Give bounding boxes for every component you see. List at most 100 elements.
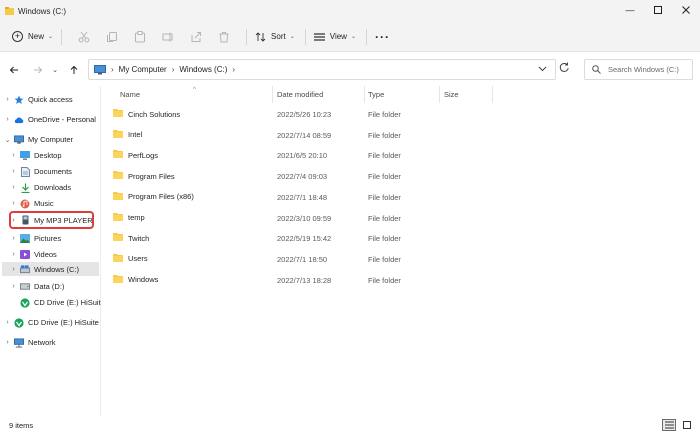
close-button[interactable]	[672, 0, 700, 20]
minimize-button[interactable]: —	[616, 0, 644, 20]
chevron-right-icon[interactable]: ›	[10, 235, 17, 242]
column-divider[interactable]	[272, 86, 273, 103]
nav-item-cd-drive-e[interactable]: › CD Drive (E:) HiSuite	[4, 315, 99, 330]
copy-button[interactable]	[105, 30, 119, 44]
table-row[interactable]: Program Files (x86) 2022/7/1 18:48 File fo…	[101, 188, 700, 208]
address-bar[interactable]: › My Computer › Windows (C:) ›	[88, 59, 556, 80]
minimize-icon: —	[625, 5, 635, 15]
column-header-date-modified[interactable]: Date modified	[277, 86, 361, 103]
nav-item-desktop[interactable]: › Desktop	[10, 148, 62, 163]
chevron-right-icon: ›	[111, 65, 114, 74]
maximize-button[interactable]	[644, 0, 672, 20]
search-input[interactable]	[608, 65, 696, 74]
nav-item-quick-access[interactable]: › Quick access	[4, 92, 73, 107]
plus-icon: +	[12, 31, 23, 42]
toolbar-divider	[246, 28, 248, 45]
folder-icon	[113, 109, 123, 119]
chevron-right-icon[interactable]: ›	[10, 217, 17, 224]
chevron-right-icon[interactable]: ›	[4, 339, 11, 346]
file-name-cell: Program Files (x86)	[113, 191, 194, 202]
delete-button[interactable]	[217, 30, 231, 44]
rename-button[interactable]	[161, 30, 175, 44]
paste-icon	[135, 30, 146, 42]
chevron-right-icon[interactable]: ›	[10, 184, 17, 191]
chevron-right-icon[interactable]: ›	[4, 96, 11, 103]
chevron-down-icon[interactable]: ⌄	[4, 136, 11, 144]
file-name: Intel	[128, 130, 143, 140]
table-row[interactable]: Cinch Solutions 2022/5/26 10:23 File folde…	[101, 105, 700, 125]
chevron-right-icon[interactable]: ›	[4, 319, 11, 326]
table-row[interactable]: Windows 2022/7/13 18:28 File folder	[101, 271, 700, 291]
file-type-cell: File folder	[368, 192, 401, 202]
folder-icon	[113, 274, 123, 285]
file-name-cell: Twitch	[113, 233, 149, 243]
details-view-button[interactable]	[662, 419, 676, 431]
column-header-size[interactable]: Size	[444, 86, 494, 103]
file-type-cell: File folder	[368, 254, 401, 264]
paste-button[interactable]	[133, 30, 147, 44]
hisuite-icon	[20, 297, 30, 308]
nav-item-cd-drive-e-sub[interactable]: CD Drive (E:) HiSuit	[10, 295, 101, 310]
cut-button[interactable]	[77, 30, 91, 44]
nav-item-data-d[interactable]: › Data (D:)	[10, 279, 64, 294]
up-button[interactable]	[64, 60, 84, 80]
refresh-button[interactable]	[559, 62, 570, 75]
file-name-cell: Users	[113, 253, 148, 264]
table-row[interactable]: PerfLogs 2021/6/5 20:10 File folder	[101, 146, 700, 166]
file-date-cell: 2022/7/1 18:50	[277, 254, 328, 264]
nav-item-windows-c[interactable]: › Windows (C:)	[2, 262, 99, 276]
recent-locations-button[interactable]: ⌄	[48, 60, 62, 80]
share-button[interactable]	[189, 30, 203, 44]
chevron-right-icon[interactable]: ›	[10, 283, 17, 290]
nav-item-mp3-player[interactable]: › My MP3 PLAYER	[9, 211, 94, 229]
column-divider[interactable]	[364, 86, 365, 103]
nav-item-videos[interactable]: › Videos	[10, 247, 57, 262]
table-row[interactable]: Twitch 2022/5/19 15:42 File folder	[101, 229, 700, 249]
table-row[interactable]: Program Files 2022/7/4 09:03 File folder	[101, 167, 700, 187]
column-header-type[interactable]: Type	[368, 86, 436, 103]
file-type-cell: File folder	[368, 110, 401, 119]
file-date-cell: 2022/7/13 18:28	[277, 275, 332, 285]
chevron-right-icon[interactable]: ›	[10, 168, 17, 175]
column-divider[interactable]	[439, 86, 440, 103]
nav-item-music[interactable]: › Music	[10, 196, 54, 211]
search-box[interactable]	[584, 59, 696, 80]
drive-icon	[20, 264, 30, 274]
nav-item-network[interactable]: › Network	[4, 335, 56, 350]
chevron-right-icon[interactable]: ›	[10, 266, 17, 273]
chevron-right-icon[interactable]: ›	[4, 116, 11, 123]
table-row[interactable]: Intel 2022/7/14 08:59 File folder	[101, 126, 700, 146]
nav-item-onedrive[interactable]: › OneDrive - Personal	[4, 112, 96, 127]
view-button[interactable]: View ⌄	[313, 32, 356, 41]
file-type-cell: File folder	[368, 172, 401, 182]
column-divider[interactable]	[492, 86, 493, 103]
more-options-button[interactable]: ···	[375, 30, 390, 44]
toolbar-divider	[365, 28, 367, 45]
file-name: PerfLogs	[128, 150, 159, 160]
new-button[interactable]: + New ⌄	[12, 31, 53, 42]
chevron-right-icon[interactable]: ›	[10, 251, 17, 258]
folder-icon	[113, 171, 123, 181]
table-row[interactable]: temp 2022/3/10 09:59 File folder	[101, 209, 700, 229]
address-dropdown-button[interactable]	[538, 64, 547, 75]
file-date-cell: 2022/3/10 09:59	[277, 213, 332, 223]
nav-item-pictures[interactable]: › Pictures	[10, 231, 61, 246]
chevron-right-icon[interactable]: ›	[10, 200, 17, 207]
nav-item-documents[interactable]: › Documents	[10, 164, 72, 179]
sort-button[interactable]: Sort ⌄	[255, 31, 295, 42]
breadcrumb-windows-c[interactable]: Windows (C:)	[179, 65, 227, 74]
forward-button[interactable]	[28, 60, 48, 80]
folder-icon	[113, 233, 123, 243]
window-controls: —	[616, 0, 700, 22]
chevron-right-icon[interactable]: ›	[10, 152, 17, 159]
large-icons-view-button[interactable]	[680, 419, 694, 431]
table-row[interactable]: Users 2022/7/1 18:50 File folder	[101, 250, 700, 270]
breadcrumb-my-computer[interactable]: My Computer	[119, 65, 167, 74]
nav-item-my-computer[interactable]: ⌄ My Computer	[4, 132, 73, 147]
arrow-right-icon	[34, 66, 43, 73]
nav-item-downloads[interactable]: › Downloads	[10, 180, 71, 195]
back-button[interactable]	[4, 60, 24, 80]
chevron-down-icon: ⌄	[289, 34, 295, 40]
desktop-icon	[20, 151, 30, 161]
column-header-name[interactable]: Name	[120, 86, 270, 103]
